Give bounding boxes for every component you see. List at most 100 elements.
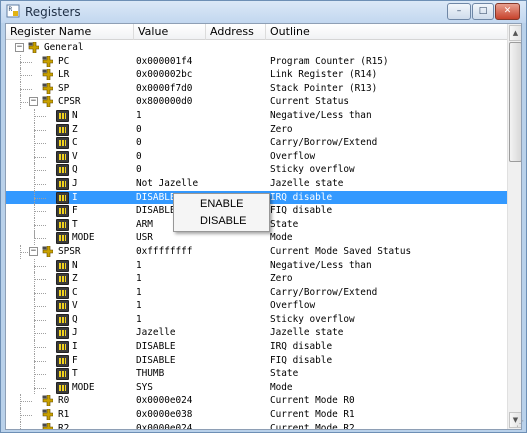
register-value[interactable]: 0x000001f4 <box>136 55 206 69</box>
register-name-cell: R0 <box>6 394 133 409</box>
tree-line <box>34 387 46 389</box>
register-value[interactable]: DISABLE <box>136 354 206 368</box>
register-value[interactable]: 1 <box>136 286 206 300</box>
register-value[interactable]: 1 <box>136 272 206 286</box>
table-row[interactable]: Z 0 Zero <box>6 122 507 137</box>
register-value[interactable]: 0 <box>136 136 206 150</box>
register-name: Q <box>72 164 78 176</box>
table-row[interactable]: V 1 Overflow <box>6 299 507 313</box>
register-value[interactable]: 0x0000f7d0 <box>136 82 206 96</box>
table-row[interactable]: R0 0x0000e024 Current Mode R0 <box>6 394 507 409</box>
register-value[interactable]: 0x0000e038 <box>136 408 206 422</box>
table-row[interactable]: J Jazelle Jazelle state <box>6 326 507 341</box>
register-name: C <box>72 137 78 149</box>
maximize-button[interactable]: □ <box>472 3 494 20</box>
register-address <box>209 259 264 273</box>
register-name: V <box>72 300 78 312</box>
register-address <box>209 354 264 368</box>
register-outline: Overflow <box>270 150 316 162</box>
tree-group-row[interactable]: − General <box>6 41 507 55</box>
tree-line <box>34 129 46 131</box>
register-outline: Current Mode Saved Status <box>270 245 412 257</box>
table-row[interactable]: Z 1 Zero <box>6 272 507 286</box>
register-outline: Current Mode R0 <box>270 395 355 407</box>
tree-line <box>34 265 46 267</box>
context-menu-enable[interactable]: ENABLE <box>174 196 269 213</box>
register-value[interactable]: DISABLE <box>136 340 206 354</box>
register-value[interactable]: Not Jazelle <box>136 177 206 191</box>
register-name-cell: F <box>6 353 133 368</box>
register-name: CPSR <box>58 96 81 108</box>
table-row[interactable]: R2 0x0000e024 Current Mode R2 <box>6 421 507 429</box>
tree-line <box>34 319 46 321</box>
register-outline: Mode <box>270 232 293 244</box>
collapse-toggle-icon[interactable]: − <box>29 246 38 256</box>
column-header-register-name[interactable]: Register Name <box>6 24 134 40</box>
register-value[interactable]: 1 <box>136 259 206 273</box>
tree-group-row[interactable]: − SPSR 0xffffffff Current Mode Saved Status <box>6 244 507 259</box>
register-value[interactable]: 0x800000d0 <box>136 95 206 109</box>
register-value[interactable]: 1 <box>136 299 206 313</box>
register-value[interactable]: 0 <box>136 123 206 137</box>
register-address <box>209 41 264 55</box>
table-row[interactable]: N 1 Negative/Less than <box>6 258 507 273</box>
register-name-cell: R2 <box>6 421 133 429</box>
column-header-value[interactable]: Value <box>134 24 206 40</box>
tree-line <box>34 190 35 205</box>
table-row[interactable]: J Not Jazelle Jazelle state <box>6 176 507 191</box>
column-header-outline[interactable]: Outline <box>266 24 507 40</box>
title-bar[interactable]: R Registers – □ ✕ <box>1 1 526 23</box>
table-row[interactable]: MODE USR Mode <box>6 231 507 245</box>
register-outline: Current Mode R1 <box>270 409 355 421</box>
register-value[interactable]: 0x000002bc <box>136 68 206 82</box>
register-value[interactable]: 1 <box>136 109 206 123</box>
tree-line <box>34 299 35 313</box>
table-row[interactable]: T THUMB State <box>6 367 507 381</box>
register-value[interactable]: 0 <box>136 150 206 164</box>
register-value[interactable]: Jazelle <box>136 326 206 340</box>
close-button[interactable]: ✕ <box>495 3 520 20</box>
minimize-button[interactable]: – <box>447 3 471 20</box>
register-name-cell: MODE <box>6 380 133 395</box>
table-row[interactable]: Q 1 Sticky overflow <box>6 312 507 327</box>
table-row[interactable]: MODE SYS Mode <box>6 380 507 395</box>
scroll-up-arrow-icon[interactable]: ▲ <box>509 25 521 41</box>
table-row[interactable]: Q 0 Sticky overflow <box>6 163 507 177</box>
vertical-scrollbar[interactable]: ▲ ▼ <box>507 24 521 429</box>
table-row[interactable]: N 1 Negative/Less than <box>6 108 507 123</box>
table-row[interactable]: C 0 Carry/Borrow/Extend <box>6 136 507 150</box>
register-value[interactable]: 0x0000e024 <box>136 422 206 429</box>
table-row[interactable]: R1 0x0000e038 Current Mode R1 <box>6 408 507 422</box>
column-header-address[interactable]: Address <box>206 24 266 40</box>
table-row[interactable]: F DISABLE FIQ disable <box>6 353 507 368</box>
register-outline: Carry/Borrow/Extend <box>270 286 378 298</box>
register-value[interactable]: SYS <box>136 381 206 395</box>
register-value[interactable]: 0x0000e024 <box>136 394 206 408</box>
register-value[interactable]: 0 <box>136 163 206 177</box>
table-row[interactable]: SP 0x0000f7d0 Stack Pointer (R13) <box>6 81 507 96</box>
tree-line <box>20 75 32 77</box>
register-value[interactable]: THUMB <box>136 367 206 381</box>
tree-line <box>34 211 46 213</box>
collapse-toggle-icon[interactable]: − <box>15 43 24 52</box>
collapse-toggle-icon[interactable]: − <box>29 97 38 107</box>
table-row[interactable]: V 0 Overflow <box>6 149 507 164</box>
table-row[interactable]: PC 0x000001f4 Program Counter (R15) <box>6 54 507 69</box>
register-value[interactable]: 0xffffffff <box>136 245 206 259</box>
register-outline: Negative/Less than <box>270 259 372 271</box>
tree-group-row[interactable]: − CPSR 0x800000d0 Current Status <box>6 95 507 109</box>
register-address <box>209 422 264 429</box>
register-name-cell: LR <box>6 68 133 82</box>
context-menu-disable[interactable]: DISABLE <box>174 213 269 230</box>
table-row[interactable]: I DISABLE IRQ disable <box>6 340 507 354</box>
bitfield-icon <box>56 327 69 340</box>
minimize-icon: – <box>456 6 462 16</box>
resize-grip-icon[interactable]: ⋰ <box>516 420 526 430</box>
register-value[interactable]: USR <box>136 231 206 245</box>
table-row[interactable]: LR 0x000002bc Link Register (R14) <box>6 68 507 82</box>
scrollbar-thumb[interactable] <box>509 42 521 162</box>
table-row[interactable]: C 1 Carry/Borrow/Extend <box>6 285 507 300</box>
register-value[interactable]: 1 <box>136 313 206 327</box>
register-icon <box>28 42 39 53</box>
register-value[interactable] <box>136 41 206 55</box>
